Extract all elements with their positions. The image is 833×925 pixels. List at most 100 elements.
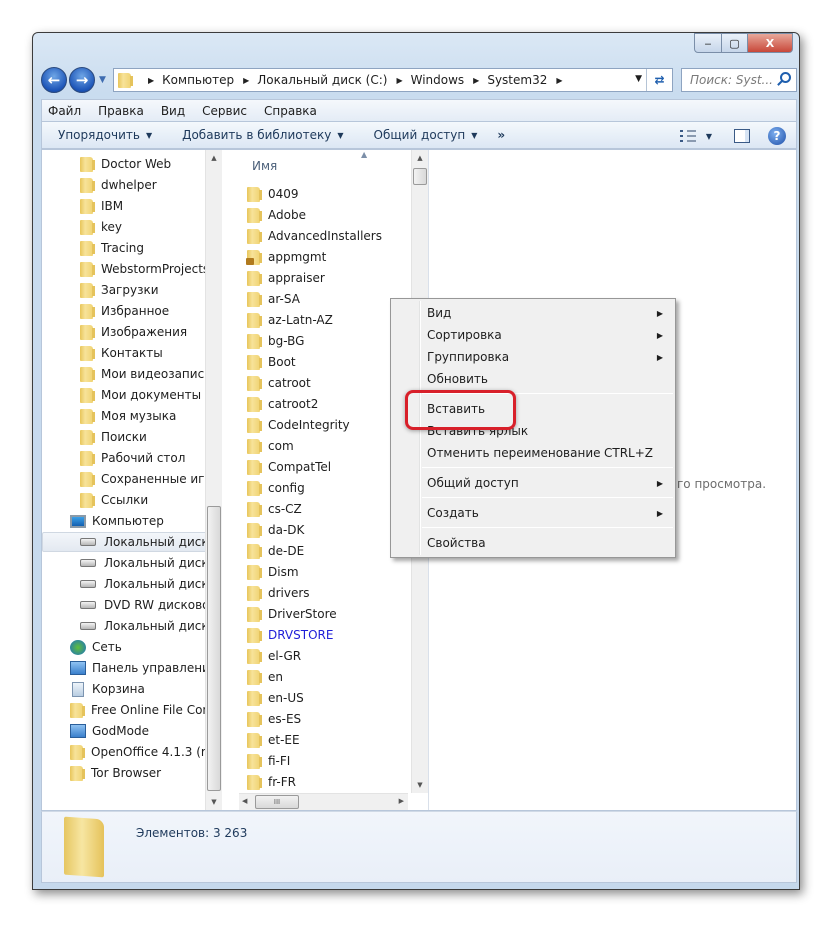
help-icon[interactable]: ? bbox=[768, 127, 786, 145]
nav-tree-item[interactable]: Изображения bbox=[80, 322, 187, 342]
file-list-item[interactable]: CompatTel bbox=[247, 457, 331, 477]
file-list-item[interactable]: appraiser bbox=[247, 268, 325, 288]
nav-tree-item[interactable]: Ссылки bbox=[80, 490, 148, 510]
file-list-item[interactable]: com bbox=[247, 436, 294, 456]
nav-tree-item[interactable]: Контакты bbox=[80, 343, 163, 363]
close-button[interactable]: X bbox=[748, 33, 793, 53]
file-list-item[interactable]: de-DE bbox=[247, 541, 304, 561]
scrollbar-thumb[interactable] bbox=[207, 506, 221, 791]
nav-tree-item[interactable]: Загрузки bbox=[80, 280, 159, 300]
nav-tree-item[interactable]: IBM bbox=[80, 196, 123, 216]
change-view-icon[interactable] bbox=[679, 130, 696, 142]
nav-tree-item[interactable]: Локальный диск (C:) bbox=[42, 532, 222, 552]
add-to-library-button[interactable]: Добавить в библиотеку ▼ bbox=[182, 128, 343, 142]
minimize-button[interactable]: ‒ bbox=[694, 33, 722, 53]
nav-tree-item[interactable]: GodMode bbox=[70, 721, 149, 741]
file-list-item[interactable]: Boot bbox=[247, 352, 296, 372]
horizontal-scrollbar-thumb[interactable]: III bbox=[255, 795, 299, 809]
file-list-item[interactable]: drivers bbox=[247, 583, 310, 603]
scrollbar-thumb[interactable] bbox=[413, 168, 427, 185]
file-list-item[interactable]: CodeIntegrity bbox=[247, 415, 350, 435]
scroll-up-icon[interactable]: ▲ bbox=[412, 150, 428, 166]
nav-tree-item[interactable]: dwhelper bbox=[80, 175, 157, 195]
column-header-name[interactable]: ▲ Имя bbox=[239, 150, 409, 176]
file-list-item[interactable]: config bbox=[247, 478, 305, 498]
nav-tree-item[interactable]: Локальный диск (D:) bbox=[80, 553, 222, 573]
breadcrumb-system32[interactable]: System32 bbox=[487, 73, 547, 87]
nav-tree-item[interactable]: Tor Browser bbox=[70, 763, 161, 783]
nav-tree-item[interactable]: key bbox=[80, 217, 122, 237]
nav-tree-item[interactable]: Моя музыка bbox=[80, 406, 176, 426]
recent-pages-dropdown[interactable]: ▼ bbox=[99, 75, 106, 85]
breadcrumb-drive-c[interactable]: Локальный диск (C:) bbox=[257, 73, 387, 87]
chevron-right-icon[interactable]: ▶ bbox=[473, 76, 479, 85]
context-menu-item[interactable]: Отменить переименование CTRL+Z bbox=[393, 442, 673, 464]
horizontal-scrollbar[interactable]: ◀ III ▶ bbox=[239, 793, 408, 810]
context-menu-item[interactable]: Свойства bbox=[393, 532, 673, 554]
back-button[interactable]: ← bbox=[41, 67, 67, 93]
nav-tree-item[interactable]: Поиски bbox=[80, 427, 147, 447]
file-list-item[interactable]: appmgmt bbox=[246, 247, 326, 267]
navigation-pane-scrollbar[interactable]: ▲ ▼ bbox=[205, 150, 222, 810]
file-list-item[interactable]: bg-BG bbox=[247, 331, 304, 351]
context-menu-item[interactable]: Общий доступ ▶ bbox=[393, 472, 673, 494]
file-list-item[interactable]: da-DK bbox=[247, 520, 304, 540]
nav-tree-item[interactable]: Рабочий стол bbox=[80, 448, 185, 468]
chevron-right-icon[interactable]: ▶ bbox=[148, 76, 154, 85]
nav-tree-item[interactable]: Сохраненные игры bbox=[80, 469, 222, 489]
chevron-right-icon[interactable]: ▶ bbox=[556, 76, 562, 85]
scroll-up-icon[interactable]: ▲ bbox=[206, 150, 222, 166]
share-button[interactable]: Общий доступ ▼ bbox=[374, 128, 478, 142]
file-list-item[interactable]: catroot2 bbox=[247, 394, 318, 414]
file-list-item[interactable]: Dism bbox=[247, 562, 299, 582]
context-menu-item[interactable]: Группировка ▶ bbox=[393, 346, 673, 368]
search-icon[interactable] bbox=[780, 72, 791, 83]
file-list-item[interactable]: AdvancedInstallers bbox=[247, 226, 382, 246]
file-list-item[interactable]: fi-FI bbox=[247, 751, 290, 771]
view-options-dropdown[interactable]: ▼ bbox=[706, 132, 712, 141]
nav-tree-item[interactable]: DVD RW дисковод (F:) bbox=[80, 595, 222, 615]
nav-tree-item[interactable]: Мои видеозаписи bbox=[80, 364, 212, 384]
file-list-item[interactable]: catroot bbox=[247, 373, 311, 393]
scroll-down-icon[interactable]: ▼ bbox=[206, 794, 222, 810]
context-menu-item[interactable]: Вид ▶ bbox=[393, 302, 673, 324]
file-list-item[interactable]: el-GR bbox=[247, 646, 301, 666]
file-list-item[interactable]: et-EE bbox=[247, 730, 300, 750]
menu-edit[interactable]: Правка bbox=[98, 104, 144, 118]
organize-button[interactable]: Упорядочить ▼ bbox=[58, 128, 152, 142]
context-menu-item[interactable]: Создать ▶ bbox=[393, 502, 673, 524]
nav-tree-item[interactable]: Локальный диск (Y:) bbox=[80, 616, 222, 636]
context-menu-item[interactable]: Обновить bbox=[393, 368, 673, 390]
nav-tree-item[interactable]: Сеть bbox=[70, 637, 122, 657]
search-input[interactable]: Поиск: Syst... bbox=[681, 68, 797, 92]
file-list-item[interactable]: 0409 bbox=[247, 184, 299, 204]
menu-view[interactable]: Вид bbox=[161, 104, 185, 118]
nav-tree-item[interactable]: Локальный диск (E:) bbox=[80, 574, 222, 594]
nav-tree-item[interactable]: Компьютер bbox=[70, 511, 164, 531]
scroll-right-icon[interactable]: ▶ bbox=[399, 797, 404, 805]
maximize-button[interactable]: ▢ bbox=[722, 33, 748, 53]
preview-pane-icon[interactable] bbox=[734, 129, 750, 143]
context-menu-item[interactable]: Сортировка ▶ bbox=[393, 324, 673, 346]
refresh-button[interactable]: ⇄ bbox=[646, 69, 672, 91]
file-list-item[interactable]: az-Latn-AZ bbox=[247, 310, 333, 330]
menu-help[interactable]: Справка bbox=[264, 104, 317, 118]
more-commands-button[interactable]: » bbox=[497, 128, 505, 142]
nav-tree-item[interactable]: Doctor Web bbox=[80, 154, 171, 174]
breadcrumb-computer[interactable]: Компьютер bbox=[162, 73, 234, 87]
menu-tools[interactable]: Сервис bbox=[202, 104, 247, 118]
address-bar[interactable]: ▶ Компьютер ▶ Локальный диск (C:) ▶ Wind… bbox=[113, 68, 673, 92]
file-list-item[interactable]: ar-SA bbox=[247, 289, 300, 309]
forward-button[interactable]: → bbox=[69, 67, 95, 93]
nav-tree-item[interactable]: Tracing bbox=[80, 238, 144, 258]
menu-file[interactable]: Файл bbox=[48, 104, 81, 118]
file-list-item[interactable]: en-US bbox=[247, 688, 304, 708]
nav-tree-item[interactable]: Панель управления bbox=[70, 658, 217, 678]
nav-tree-item[interactable]: Free Online File Converter bbox=[70, 700, 222, 720]
nav-tree-item[interactable]: OpenOffice 4.1.3 (ru) bbox=[70, 742, 218, 762]
chevron-right-icon[interactable]: ▶ bbox=[243, 76, 249, 85]
nav-tree-item[interactable]: Корзина bbox=[70, 679, 145, 699]
nav-tree-item[interactable]: Избранное bbox=[80, 301, 169, 321]
scroll-left-icon[interactable]: ◀ bbox=[242, 797, 247, 805]
breadcrumb-windows[interactable]: Windows bbox=[411, 73, 465, 87]
